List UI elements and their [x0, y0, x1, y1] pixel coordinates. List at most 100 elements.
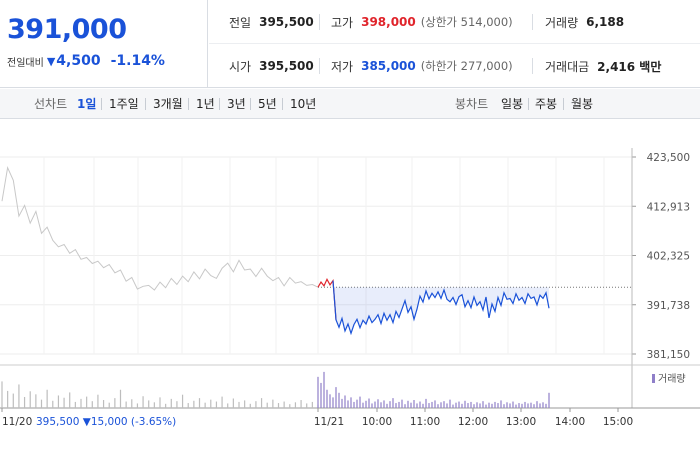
volume-bar	[40, 399, 43, 408]
volume-bar	[506, 402, 508, 408]
volume-bar	[470, 401, 472, 408]
volume-bar	[148, 400, 150, 408]
tab-monthly-candle[interactable]: 월봉	[571, 89, 593, 119]
price-chart[interactable]: 423,500 412,913 402,325 391,738 381,150 거래량 11…	[0, 120, 700, 450]
volume-bar	[485, 404, 487, 408]
volume-bar	[416, 403, 418, 408]
volume-bar	[131, 399, 133, 408]
tab-weekly-candle[interactable]: 주봉	[535, 89, 557, 119]
divider	[528, 98, 529, 110]
volume-bar	[277, 403, 280, 408]
volume-bar	[374, 401, 376, 408]
volume-bar	[389, 401, 391, 408]
volume-bar	[491, 403, 493, 408]
volume-bar	[289, 404, 291, 408]
volume-bar	[320, 382, 322, 408]
tab-3-months[interactable]: 3개월	[153, 89, 183, 119]
stat-prev-close: 전일 395,500	[229, 0, 314, 44]
volume-bar	[521, 403, 523, 408]
stat-value: 395,500	[259, 59, 314, 73]
tab-1-day[interactable]: 1일	[77, 89, 96, 119]
chart-period-tabs: 선차트 1일 1주일 3개월 1년 3년 5년 10년 봉차트 일봉 주봉 월봉	[0, 89, 700, 119]
volume-bar	[119, 389, 122, 408]
stat-label: 전일	[229, 15, 252, 30]
tab-1-year[interactable]: 1년	[196, 89, 215, 119]
volume-bar	[479, 403, 481, 408]
volume-bar	[18, 384, 20, 408]
tab-5-years[interactable]: 5년	[258, 89, 277, 119]
volume-bar	[323, 371, 325, 408]
volume-bar	[539, 403, 541, 408]
volume-bar	[386, 403, 388, 408]
volume-bar	[170, 398, 172, 408]
divider	[563, 98, 564, 110]
volume-bar	[362, 402, 364, 408]
volume-bar	[165, 403, 167, 408]
tab-10-years[interactable]: 10년	[290, 89, 316, 119]
volume-bar	[533, 404, 535, 408]
stat-value: 385,000	[361, 59, 416, 73]
volume-bar	[524, 401, 526, 408]
tab-3-years[interactable]: 3년	[227, 89, 246, 119]
change-label: 전일대비	[7, 57, 44, 69]
volume-bar	[338, 392, 340, 408]
volume-bar	[422, 403, 424, 408]
y-tick-label: 381,150	[647, 349, 690, 361]
upper-limit: (상한가 514,000)	[420, 15, 513, 29]
volume-bar	[114, 398, 116, 408]
stat-label: 저가	[331, 59, 354, 74]
volume-bar	[518, 403, 520, 408]
volume-bar	[542, 402, 544, 408]
current-price: 391,000	[7, 14, 127, 45]
divider	[282, 98, 283, 110]
x-tick-label: 11:00	[410, 416, 440, 428]
volume-bar	[326, 389, 328, 408]
x-tick-label: 13:00	[506, 416, 536, 428]
volume-bar	[23, 396, 26, 408]
divider	[319, 14, 320, 30]
previous-day-summary: 395,500 ▼15,000 (-3.65%)	[36, 416, 176, 428]
volume-bar	[1, 381, 3, 408]
volume-bar	[29, 391, 31, 408]
volume-bar	[153, 402, 155, 408]
stat-value: 6,188	[586, 15, 625, 29]
volume-bar	[7, 390, 9, 408]
volume-bar	[232, 398, 234, 408]
stat-label: 시가	[229, 59, 252, 74]
volume-bar	[440, 402, 442, 408]
line-chart-label: 선차트	[34, 97, 68, 111]
volume-bar	[347, 400, 349, 408]
volume-bar	[380, 402, 382, 408]
tab-daily-candle[interactable]: 일봉	[501, 89, 523, 119]
stats-row-2: 시가 395,500 저가 385,000 (하한가 277,000) 거래대금…	[209, 44, 700, 88]
stat-label: 거래대금	[545, 59, 590, 74]
volume-bar	[272, 399, 274, 408]
previous-day-change-rate: (-3.65%)	[131, 416, 176, 428]
volume-legend-label: 거래량	[658, 373, 686, 385]
stat-low: 저가 385,000 (하한가 277,000)	[331, 44, 513, 88]
volume-bar	[434, 400, 436, 408]
volume-bar	[494, 401, 496, 408]
volume-bar	[210, 399, 212, 408]
price-change-row: 전일대비 ▼ 4,500 -1.14%	[7, 53, 165, 69]
volume-bar	[215, 401, 218, 408]
x-tick-label: 11/21	[314, 416, 344, 428]
volume-bar	[227, 403, 229, 408]
volume-bar	[503, 404, 505, 408]
quote-header: 391,000 전일대비 ▼ 4,500 -1.14% 전일 395,500 고…	[0, 0, 700, 88]
volume-bar	[311, 401, 313, 408]
x-tick-label: 11/20	[2, 416, 32, 428]
volume-bar	[329, 394, 331, 408]
y-tick-label: 391,738	[647, 300, 690, 312]
volume-bar	[443, 401, 445, 408]
divider	[188, 98, 189, 110]
volume-bar	[57, 395, 60, 408]
volume-bar	[142, 396, 144, 408]
divider	[532, 58, 533, 74]
volume-bar	[548, 392, 550, 408]
volume-bar	[221, 396, 223, 408]
tab-1-week[interactable]: 1주일	[109, 89, 139, 119]
volume-bar	[446, 403, 448, 408]
volume-bar	[455, 402, 457, 408]
volume-bar	[35, 394, 37, 408]
